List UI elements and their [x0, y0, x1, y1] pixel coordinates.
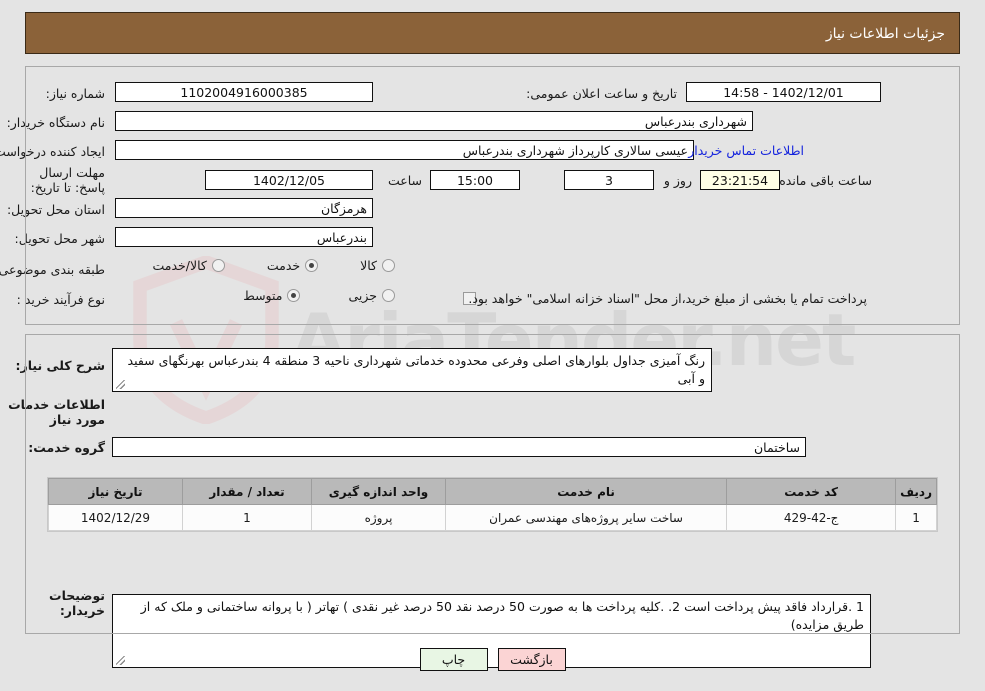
col-need-date: تاریخ نیاز: [48, 478, 183, 505]
cell-service-name: ساخت سایر پروژه‌های مهندسی عمران: [444, 504, 728, 531]
col-service-name: نام خدمت: [444, 478, 728, 505]
col-service-code: کد خدمت: [726, 478, 897, 505]
table-row: 1 ج-42-429 ساخت سایر پروژه‌های مهندسی عم…: [48, 504, 937, 531]
cell-row: 1: [895, 504, 937, 531]
col-unit: واحد اندازه گیری: [311, 478, 446, 505]
cell-need-date: 1402/12/29: [48, 504, 183, 531]
col-row: ردیف: [895, 478, 937, 505]
services-table: ردیف کد خدمت نام خدمت واحد اندازه گیری ت…: [48, 478, 937, 531]
cell-quantity: 1: [182, 504, 312, 531]
page-title: جزئیات اطلاعات نیاز: [25, 12, 960, 54]
services-table-wrapper: ردیف کد خدمت نام خدمت واحد اندازه گیری ت…: [47, 477, 938, 532]
need-info-panel: [25, 66, 960, 325]
cell-unit: پروژه: [311, 504, 446, 531]
action-button-bar: بازگشت چاپ: [0, 648, 985, 671]
cell-service-code: ج-42-429: [726, 504, 897, 531]
back-button[interactable]: بازگشت: [497, 648, 566, 671]
col-quantity: تعداد / مقدار: [182, 478, 312, 505]
table-header-row: ردیف کد خدمت نام خدمت واحد اندازه گیری ت…: [48, 478, 937, 505]
print-button[interactable]: چاپ: [419, 648, 488, 671]
